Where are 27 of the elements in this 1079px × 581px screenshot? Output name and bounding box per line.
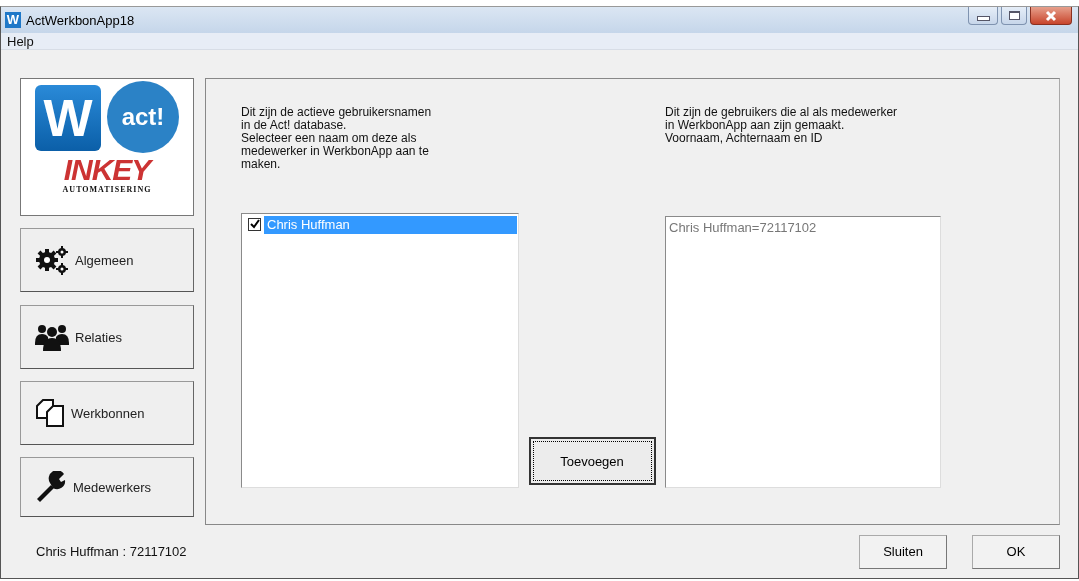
act-logo: act! — [107, 81, 179, 153]
nav-button[interactable]: Relaties — [20, 305, 194, 369]
menu-item[interactable]: Help — [7, 33, 34, 49]
gears-icon — [35, 245, 69, 275]
close-button[interactable] — [1030, 7, 1072, 25]
wrench-icon — [35, 471, 67, 503]
minimize-button[interactable] — [968, 7, 998, 25]
maximize-button[interactable] — [1001, 7, 1027, 25]
pages-icon — [35, 398, 65, 428]
nav-button[interactable]: Medewerkers — [20, 457, 194, 517]
nav-button[interactable]: Algemeen — [20, 228, 194, 292]
inkey-logo: INKEY — [63, 155, 151, 185]
dialog-button[interactable]: OK — [972, 534, 1060, 569]
description-text: Dit zijn de actieve gebruikersnamen in de Act! database. Selecteer een naam om deze als medewerker in WerkbonApp aan te maken. — [241, 106, 433, 173]
nav-button[interactable]: Werkbonnen — [20, 381, 194, 445]
window-title: ActWerkbonApp18 — [26, 12, 135, 28]
logo-subtitle: AUTOMATISERING — [62, 185, 152, 194]
app-icon: W — [5, 12, 21, 28]
people-icon — [35, 323, 69, 351]
add-button[interactable]: Toevoegen — [528, 437, 656, 485]
close-icon — [1044, 9, 1058, 22]
description-text: Dit zijn de gebruikers die al als medewerker in WerkbonApp aan zijn gemaakt. Voornaam, Achternaam en ID — [665, 106, 899, 147]
checkbox[interactable] — [248, 218, 261, 231]
list-line: Chris Huffman=72117102 — [668, 219, 818, 237]
w-logo: W — [35, 85, 101, 151]
status-text: Chris Huffman : 72117102 — [36, 544, 187, 559]
dialog-button[interactable]: Sluiten — [859, 534, 947, 569]
